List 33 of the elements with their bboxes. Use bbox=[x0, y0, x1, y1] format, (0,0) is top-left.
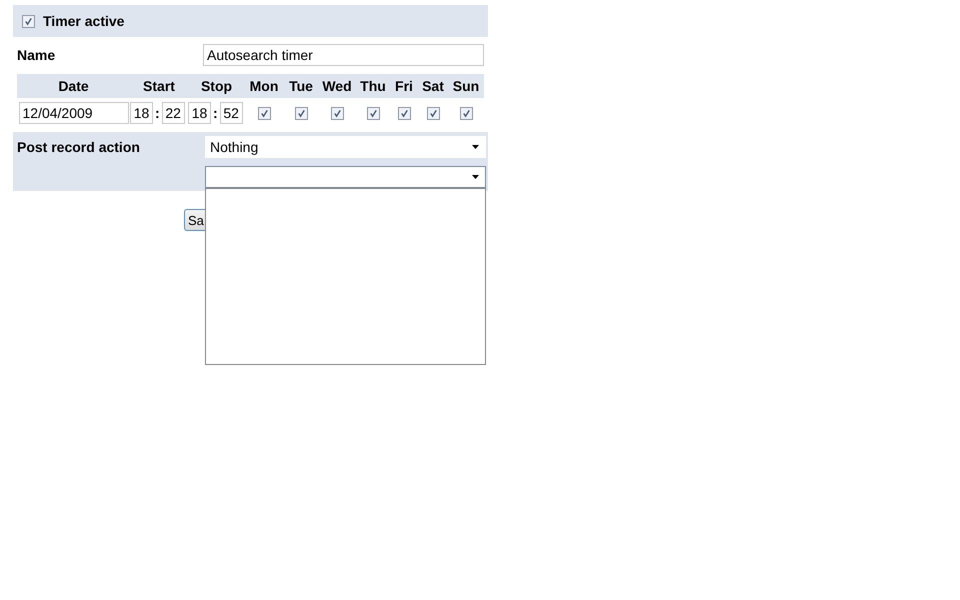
column-header: Sun bbox=[452, 78, 480, 94]
column-header: Mon bbox=[248, 78, 280, 94]
timer-active-checkbox[interactable] bbox=[22, 14, 35, 28]
day-checkbox[interactable] bbox=[258, 106, 270, 120]
column-header: Start bbox=[142, 78, 176, 94]
post-record-select[interactable]: Nothing bbox=[205, 136, 486, 158]
start-hour-field[interactable]: 18 bbox=[130, 102, 153, 124]
column-header: Fri bbox=[394, 78, 414, 94]
caret-icon bbox=[472, 145, 479, 149]
name-label: Name bbox=[17, 47, 56, 63]
caret-icon bbox=[472, 175, 479, 179]
column-header: Stop bbox=[200, 78, 234, 94]
day-checkbox[interactable] bbox=[426, 106, 440, 120]
post-record-label: Post record action bbox=[17, 138, 141, 157]
name-field[interactable]: Autosearch timer bbox=[203, 44, 484, 66]
day-checkbox[interactable] bbox=[330, 106, 344, 120]
dropdown-select[interactable] bbox=[205, 166, 486, 188]
column-header: Tue bbox=[288, 78, 314, 94]
column-header: Wed bbox=[321, 78, 353, 94]
day-checkbox[interactable] bbox=[460, 106, 472, 120]
day-checkbox[interactable] bbox=[294, 106, 308, 120]
timer-active-label: Timer active bbox=[43, 13, 124, 29]
date-field[interactable]: 12/04/2009 bbox=[18, 102, 128, 124]
time-separator: : bbox=[155, 105, 160, 121]
start-minute-field[interactable]: 22 bbox=[162, 102, 185, 124]
time-separator: : bbox=[213, 105, 218, 121]
column-header: Sat bbox=[421, 78, 445, 94]
column-header: Thu bbox=[359, 78, 387, 94]
column-header: Date bbox=[57, 78, 90, 94]
stop-hour-field[interactable]: 18 bbox=[188, 102, 211, 124]
day-checkbox[interactable] bbox=[398, 106, 410, 120]
day-checkbox[interactable] bbox=[366, 106, 380, 120]
stop-minute-field[interactable]: 52 bbox=[220, 102, 243, 124]
